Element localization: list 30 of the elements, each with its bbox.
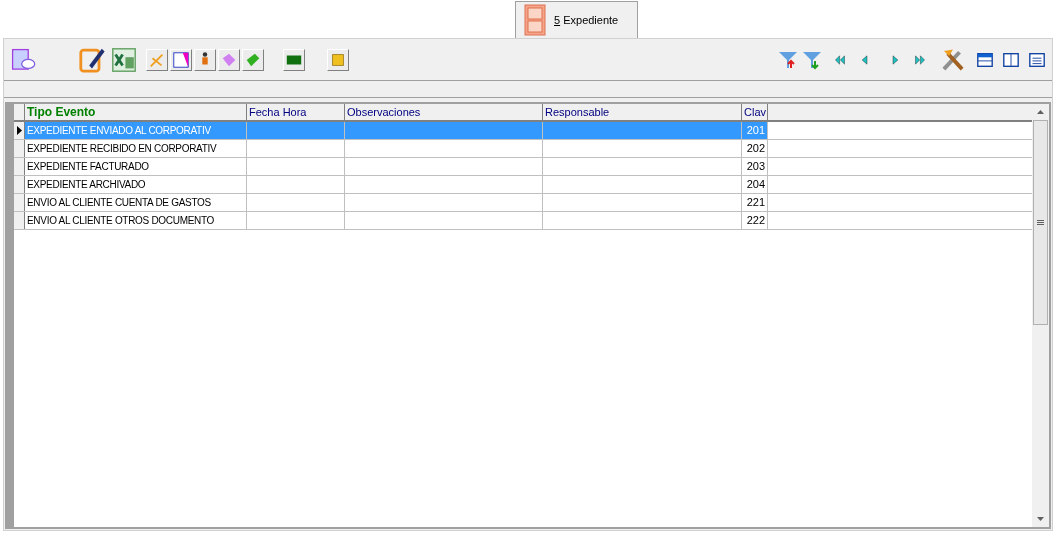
column-header[interactable]: Responsable — [543, 104, 742, 120]
column-header[interactable]: Tipo Evento — [25, 104, 247, 120]
scroll-up-icon — [1037, 110, 1044, 114]
table-cell: EXPEDIENTE FACTURADO — [25, 158, 247, 175]
person-icon[interactable] — [194, 48, 216, 71]
gem-icon[interactable] — [218, 48, 240, 71]
table-cell: 203 — [742, 158, 768, 175]
table-cell: 221 — [742, 194, 768, 211]
table-cell: 202 — [742, 140, 768, 157]
card-icon[interactable] — [283, 48, 305, 71]
calendar-icon[interactable] — [170, 48, 192, 71]
table-cell: ENVIO AL CLIENTE CUENTA DE GASTOS — [25, 194, 247, 211]
table-cell: ENVIO AL CLIENTE OTROS DOCUMENTO — [25, 212, 247, 229]
table-cell: 201 — [742, 122, 768, 139]
scroll-thumb[interactable] — [1033, 120, 1048, 325]
expediente-tab[interactable]: 5 Expediente — [515, 1, 638, 38]
cabinet-icon — [524, 4, 546, 36]
table-cell: 222 — [742, 212, 768, 229]
column-header[interactable]: Observaciones — [345, 104, 543, 120]
scroll-down-icon — [1037, 517, 1044, 521]
table-cell: EXPEDIENTE ENVIADO AL CORPORATIV — [25, 122, 247, 139]
current-row-icon — [16, 126, 22, 135]
column-header[interactable]: Clav — [742, 104, 768, 120]
table-cell: EXPEDIENTE RECIBIDO EN CORPORATIV — [25, 140, 247, 157]
vertical-scrollbar[interactable] — [1032, 104, 1049, 527]
table-cell: 204 — [742, 176, 768, 193]
table-cell: EXPEDIENTE ARCHIVADO — [25, 176, 247, 193]
grip-icon — [1037, 220, 1044, 225]
column-header[interactable]: Fecha Hora — [247, 104, 345, 120]
row-indicator[interactable] — [14, 122, 25, 139]
